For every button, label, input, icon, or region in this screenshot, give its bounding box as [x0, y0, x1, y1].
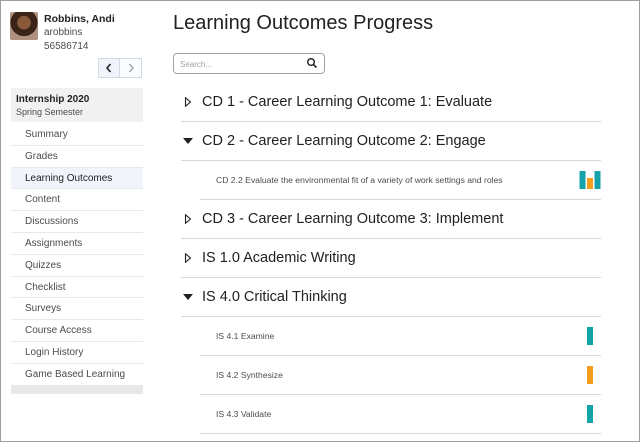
- search-icon[interactable]: [306, 57, 318, 69]
- page-title: Learning Outcomes Progress: [173, 12, 434, 34]
- outcome-label: CD 2.2 Evaluate the environmental fit of…: [216, 175, 503, 185]
- user-profile: Robbins, Andi arobbins 56586714: [10, 12, 115, 54]
- outcome-group-title: IS 1.0 Academic Writing: [202, 250, 356, 266]
- user-id: 56586714: [44, 41, 89, 52]
- outcome-row[interactable]: CD 2.2 Evaluate the environmental fit of…: [200, 161, 601, 200]
- outcome-group-title: CD 1 - Career Learning Outcome 1: Evalua…: [202, 94, 493, 110]
- outcome-group-title: CD 2 - Career Learning Outcome 2: Engage: [202, 133, 486, 149]
- outcome-label: IS 4.2 Synthesize: [216, 370, 283, 380]
- sidebar-item-course-access[interactable]: Course Access: [11, 320, 143, 342]
- caret-right-icon[interactable]: [181, 212, 195, 226]
- achievement-bar-teal: [594, 171, 601, 189]
- sidebar-item-grades[interactable]: Grades: [11, 146, 143, 168]
- achievement-bar-teal: [587, 327, 593, 345]
- sidebar-item-learning-outcomes[interactable]: Learning Outcomes: [11, 167, 143, 190]
- achievement-bars[interactable]: [579, 366, 601, 384]
- window-frame: Robbins, Andi arobbins 56586714 Internsh…: [0, 0, 640, 442]
- outcome-row[interactable]: IS 4.2 Synthesize: [200, 356, 601, 395]
- outcome-label: IS 4.1 Examine: [216, 331, 275, 341]
- sidebar-item-quizzes[interactable]: Quizzes: [11, 255, 143, 277]
- outcome-label: IS 4.3 Validate: [216, 409, 272, 419]
- outcome-group-title: IS 4.0 Critical Thinking: [202, 289, 347, 305]
- outcome-group-header[interactable]: IS 1.0 Academic Writing: [181, 239, 601, 278]
- user-pager: [98, 58, 142, 78]
- caret-right-icon[interactable]: [181, 251, 195, 265]
- avatar: [10, 12, 38, 40]
- achievement-bars[interactable]: [579, 171, 601, 189]
- user-info: Robbins, Andi arobbins 56586714: [44, 12, 115, 54]
- previous-user-button[interactable]: [98, 58, 120, 78]
- outcome-group-header[interactable]: IS 4.0 Critical Thinking: [181, 278, 601, 317]
- user-name: Robbins, Andi: [44, 13, 115, 25]
- sidebar: Robbins, Andi arobbins 56586714 Internsh…: [2, 2, 152, 441]
- outcome-row[interactable]: IS 4.3 Validate: [200, 395, 601, 434]
- outcome-group-header[interactable]: CD 2 - Career Learning Outcome 2: Engage: [181, 122, 601, 161]
- outcome-group-title: CD 3 - Career Learning Outcome 3: Implem…: [202, 211, 504, 227]
- chevron-left-icon: [105, 63, 112, 73]
- outcomes-list: CD 1 - Career Learning Outcome 1: Evalua…: [181, 83, 601, 434]
- outcome-group-header[interactable]: CD 1 - Career Learning Outcome 1: Evalua…: [181, 83, 601, 122]
- chevron-right-icon: [128, 63, 134, 73]
- caret-down-icon[interactable]: [181, 290, 195, 304]
- caret-down-icon[interactable]: [181, 134, 195, 148]
- achievement-bar-teal: [579, 171, 586, 189]
- sidebar-item-content[interactable]: Content: [11, 189, 143, 212]
- achievement-bar-orange: [587, 366, 593, 384]
- search-box: [173, 53, 325, 74]
- sidebar-item-surveys[interactable]: Surveys: [11, 298, 143, 321]
- caret-right-icon[interactable]: [181, 95, 195, 109]
- course-info: Internship 2020 Spring Semester: [11, 88, 143, 122]
- sidebar-item-summary[interactable]: Summary: [11, 124, 143, 146]
- achievement-bars[interactable]: [579, 405, 601, 423]
- achievement-bars[interactable]: [579, 327, 601, 345]
- next-user-button[interactable]: [120, 58, 142, 78]
- sidebar-item-discussions[interactable]: Discussions: [11, 211, 143, 233]
- user-username: arobbins: [44, 27, 83, 38]
- outcome-group-header[interactable]: CD 3 - Career Learning Outcome 3: Implem…: [181, 200, 601, 239]
- sidebar-item-assignments[interactable]: Assignments: [11, 233, 143, 255]
- sidebar-item-checklist[interactable]: Checklist: [11, 277, 143, 299]
- course-title: Internship 2020: [16, 94, 90, 105]
- achievement-bar-teal: [587, 405, 593, 423]
- sidebar-item-login-history[interactable]: Login History: [11, 342, 143, 364]
- achievement-bar-orange: [587, 178, 593, 189]
- main-content: Learning Outcomes Progress CD 1 - Career…: [153, 1, 639, 442]
- course-term: Spring Semester: [16, 107, 84, 117]
- sidebar-footer: [11, 385, 143, 394]
- outcome-row[interactable]: IS 4.1 Examine: [200, 317, 601, 356]
- sidebar-item-game-based-learning[interactable]: Game Based Learning: [11, 364, 143, 386]
- sidebar-nav: Summary Grades Learning Outcomes Content Dis…: [11, 124, 143, 394]
- search-input[interactable]: [180, 57, 300, 71]
